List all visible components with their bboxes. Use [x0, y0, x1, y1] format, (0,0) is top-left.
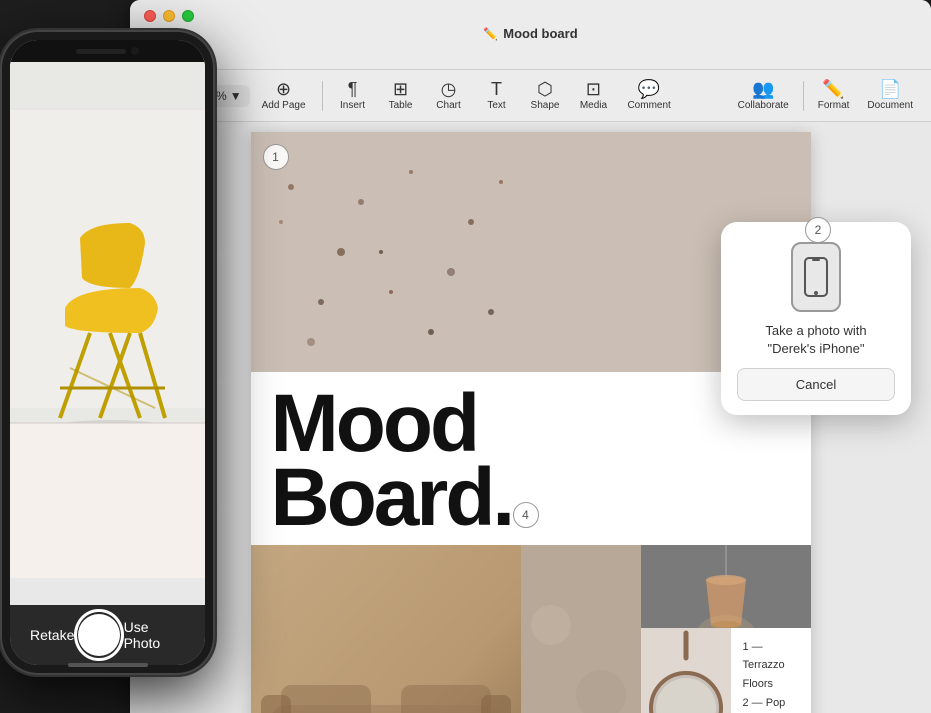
iphone-screen: Retake Use Photo	[10, 40, 205, 665]
phone-icon	[791, 242, 841, 312]
insert-label: Insert	[340, 100, 365, 111]
retake-button[interactable]: Retake	[30, 627, 74, 643]
popup-text: Take a photo with"Derek's iPhone"	[765, 322, 866, 358]
text-icon: T	[491, 80, 502, 98]
close-button[interactable]	[144, 10, 156, 22]
toolbar-separator-2	[803, 81, 804, 111]
speaker	[76, 49, 126, 54]
add-page-label: Add Page	[262, 100, 306, 111]
collaborate-label: Collaborate	[738, 100, 789, 111]
toolbar-separator-1	[322, 81, 323, 111]
table-button[interactable]: ⊞ Table	[379, 76, 423, 115]
chair-photo	[10, 58, 205, 605]
collaborate-button[interactable]: 👥 Collaborate	[730, 76, 797, 115]
insert-button[interactable]: ¶ Insert	[331, 76, 375, 115]
iphone-body: Retake Use Photo	[0, 30, 215, 675]
media-button[interactable]: ⊡ Media	[571, 76, 615, 115]
format-icon: ✏️	[822, 80, 844, 98]
use-photo-button[interactable]: Use Photo	[124, 619, 185, 651]
add-page-icon: ⊕	[276, 80, 291, 98]
iphone-notch-bar	[10, 40, 205, 62]
text-label: Text	[487, 100, 505, 111]
bottom-row: 4	[251, 545, 811, 713]
document-icon: ✏️	[483, 27, 498, 41]
list-item: 1 — Terrazzo Floors	[743, 638, 799, 694]
list-items: 1 — Terrazzo Floors 2 — Pop Color 3 — Wa…	[743, 638, 799, 713]
chart-label: Chart	[436, 100, 460, 111]
bottom-right-bottom: 1 — Terrazzo Floors 2 — Pop Color 3 — Wa…	[641, 628, 811, 713]
table-icon: ⊞	[393, 80, 408, 98]
collaborate-icon: 👥	[752, 80, 774, 98]
main-window: ✏️ Mood board ⊞ View 125% ▼ ⊕ Add Page ¶…	[130, 0, 931, 713]
media-label: Media	[580, 100, 607, 111]
page-badge-1: 1	[263, 144, 289, 170]
iphone-controls-bar: Retake Use Photo	[10, 605, 205, 665]
text-button[interactable]: T Text	[475, 76, 519, 115]
lamp-image	[641, 545, 811, 628]
canvas-area: 1	[130, 122, 931, 713]
page-badge-2: 2	[805, 217, 831, 243]
format-label: Format	[818, 100, 850, 111]
minimize-button[interactable]	[163, 10, 175, 22]
shutter-button[interactable]	[74, 609, 123, 661]
insert-icon: ¶	[348, 80, 358, 98]
comment-button[interactable]: 💬 Comment	[619, 76, 678, 115]
page-badge-4: 4	[513, 502, 539, 528]
media-icon: ⊡	[586, 80, 601, 98]
add-page-button[interactable]: ⊕ Add Page	[254, 76, 314, 115]
maximize-button[interactable]	[182, 10, 194, 22]
rug-area	[521, 545, 641, 713]
iphone-photo-popup: Take a photo with"Derek's iPhone" Cancel	[721, 222, 911, 415]
bottom-right-area: 4	[641, 545, 811, 713]
traffic-lights	[130, 0, 931, 26]
table-label: Table	[389, 100, 413, 111]
mirror-image	[641, 628, 731, 713]
list-section: 1 — Terrazzo Floors 2 — Pop Color 3 — Wa…	[731, 628, 811, 713]
titlebar: ✏️ Mood board	[130, 0, 931, 70]
shape-button[interactable]: ⬡ Shape	[523, 76, 568, 115]
cancel-button[interactable]: Cancel	[737, 368, 895, 401]
chart-button[interactable]: ◷ Chart	[427, 76, 471, 115]
toolbar: ⊞ View 125% ▼ ⊕ Add Page ¶ Insert ⊞ Tabl…	[130, 70, 931, 122]
chart-icon: ◷	[441, 80, 457, 98]
sofa-area	[251, 545, 521, 713]
toolbar-right-group: 👥 Collaborate ✏️ Format 📄 Document	[730, 76, 921, 115]
list-item: 2 — Pop Color	[743, 694, 799, 713]
shape-icon: ⬡	[537, 80, 553, 98]
document-button[interactable]: 📄 Document	[859, 76, 921, 115]
document-label: Document	[867, 100, 913, 111]
title-row: ✏️ Mood board	[130, 26, 931, 45]
home-indicator	[68, 663, 148, 667]
shape-label: Shape	[531, 100, 560, 111]
iphone-device: Retake Use Photo	[0, 30, 240, 710]
comment-label: Comment	[627, 100, 670, 111]
window-title: Mood board	[503, 26, 577, 41]
rug-image	[521, 545, 641, 713]
sofa-image	[251, 545, 521, 713]
front-camera	[131, 47, 139, 55]
format-button[interactable]: ✏️ Format	[810, 76, 858, 115]
document-page: 1	[251, 132, 811, 713]
comment-icon: 💬	[638, 80, 660, 98]
document-icon-tb: 📄	[879, 80, 901, 98]
